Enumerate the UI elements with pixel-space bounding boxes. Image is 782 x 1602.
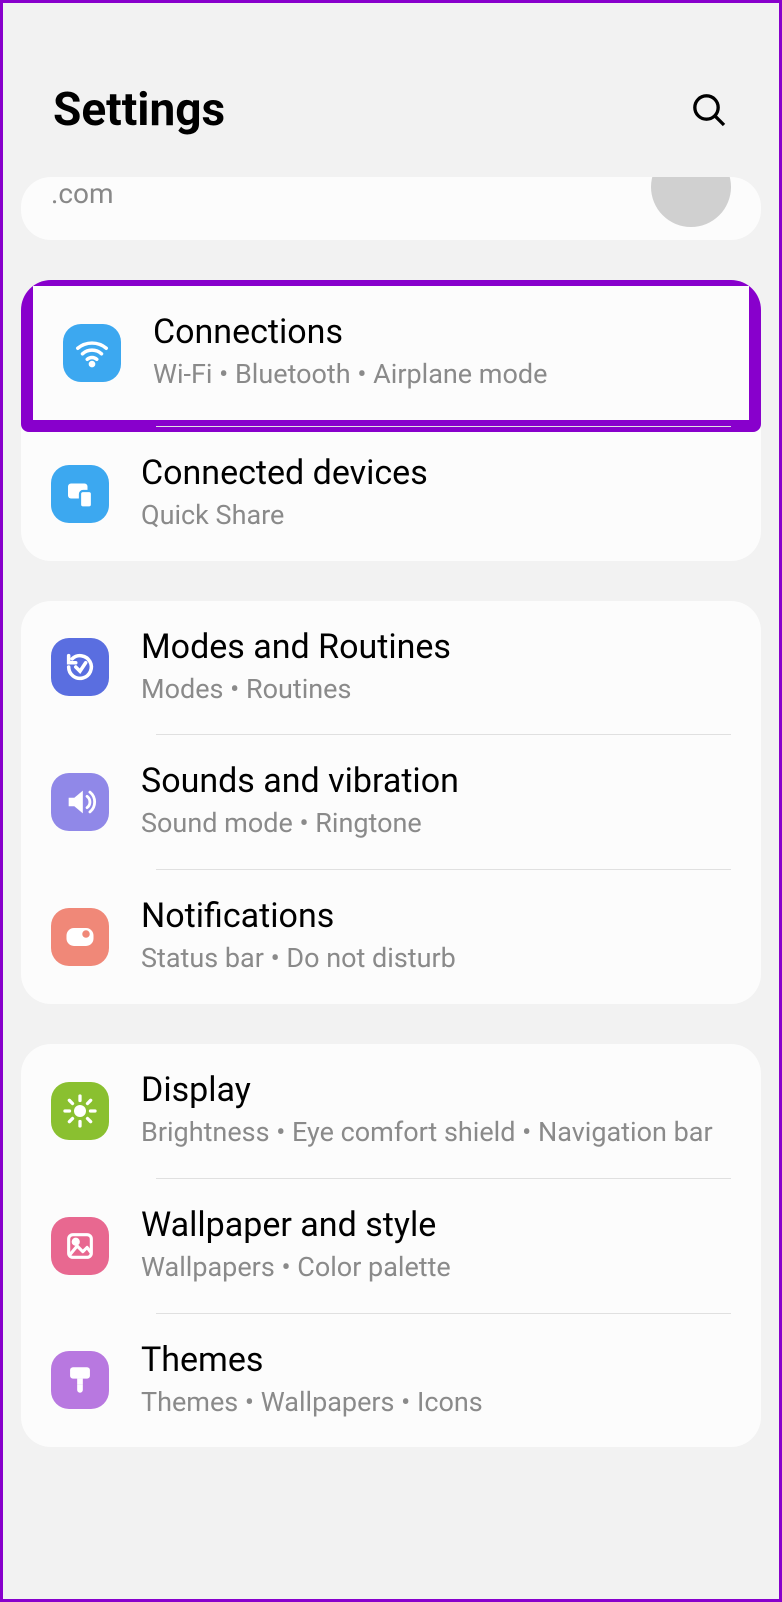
- item-text: Themes Themes • Wallpapers • Icons: [141, 1340, 731, 1422]
- settings-item-connections[interactable]: Connections Wi-Fi • Bluetooth • Airplane…: [33, 286, 749, 420]
- item-subtitle: Status bar • Do not disturb: [141, 940, 731, 978]
- avatar: [651, 177, 731, 227]
- item-title: Modes and Routines: [141, 627, 731, 667]
- item-subtitle: Wi-Fi • Bluetooth • Airplane mode: [153, 356, 719, 394]
- settings-item-display[interactable]: Display Brightness • Eye comfort shield …: [21, 1044, 761, 1178]
- item-text: Sounds and vibration Sound mode • Ringto…: [141, 761, 731, 843]
- item-subtitle: Sound mode • Ringtone: [141, 805, 731, 843]
- image-icon: [51, 1217, 109, 1275]
- item-subtitle: Brightness • Eye comfort shield • Naviga…: [141, 1114, 731, 1152]
- item-text: Notifications Status bar • Do not distur…: [141, 896, 731, 978]
- settings-item-modes[interactable]: Modes and Routines Modes • Routines: [21, 601, 761, 735]
- notifications-icon: [51, 908, 109, 966]
- settings-item-sounds[interactable]: Sounds and vibration Sound mode • Ringto…: [21, 735, 761, 869]
- item-subtitle: Themes • Wallpapers • Icons: [141, 1384, 731, 1422]
- item-title: Display: [141, 1070, 731, 1110]
- wifi-icon: [63, 324, 121, 382]
- item-subtitle: Quick Share: [141, 497, 731, 535]
- item-text: Display Brightness • Eye comfort shield …: [141, 1070, 731, 1152]
- search-icon: [689, 90, 729, 130]
- item-title: Connected devices: [141, 453, 731, 493]
- settings-header: Settings: [3, 3, 779, 177]
- settings-group-display: Display Brightness • Eye comfort shield …: [21, 1044, 761, 1447]
- item-title: Sounds and vibration: [141, 761, 731, 801]
- item-title: Notifications: [141, 896, 731, 936]
- speaker-icon: [51, 773, 109, 831]
- highlight-connections: Connections Wi-Fi • Bluetooth • Airplane…: [21, 280, 761, 432]
- brightness-icon: [51, 1082, 109, 1140]
- settings-item-connected-devices[interactable]: Connected devices Quick Share: [21, 427, 761, 561]
- page-title: Settings: [53, 83, 225, 137]
- search-button[interactable]: [689, 90, 729, 130]
- item-title: Wallpaper and style: [141, 1205, 731, 1245]
- devices-icon: [51, 465, 109, 523]
- routines-icon: [51, 638, 109, 696]
- settings-group-connections: Connections Wi-Fi • Bluetooth • Airplane…: [21, 280, 761, 561]
- item-text: Connected devices Quick Share: [141, 453, 731, 535]
- settings-item-themes[interactable]: Themes Themes • Wallpapers • Icons: [21, 1314, 761, 1448]
- account-email: .com: [51, 177, 731, 210]
- paint-icon: [51, 1351, 109, 1409]
- item-text: Wallpaper and style Wallpapers • Color p…: [141, 1205, 731, 1287]
- item-title: Connections: [153, 312, 719, 352]
- item-subtitle: Modes • Routines: [141, 671, 731, 709]
- item-subtitle: Wallpapers • Color palette: [141, 1249, 731, 1287]
- item-text: Modes and Routines Modes • Routines: [141, 627, 731, 709]
- account-card[interactable]: .com: [21, 177, 761, 240]
- settings-item-wallpaper[interactable]: Wallpaper and style Wallpapers • Color p…: [21, 1179, 761, 1313]
- settings-group-modes: Modes and Routines Modes • Routines Soun…: [21, 601, 761, 1004]
- settings-item-notifications[interactable]: Notifications Status bar • Do not distur…: [21, 870, 761, 1004]
- item-title: Themes: [141, 1340, 731, 1380]
- item-text: Connections Wi-Fi • Bluetooth • Airplane…: [153, 312, 719, 394]
